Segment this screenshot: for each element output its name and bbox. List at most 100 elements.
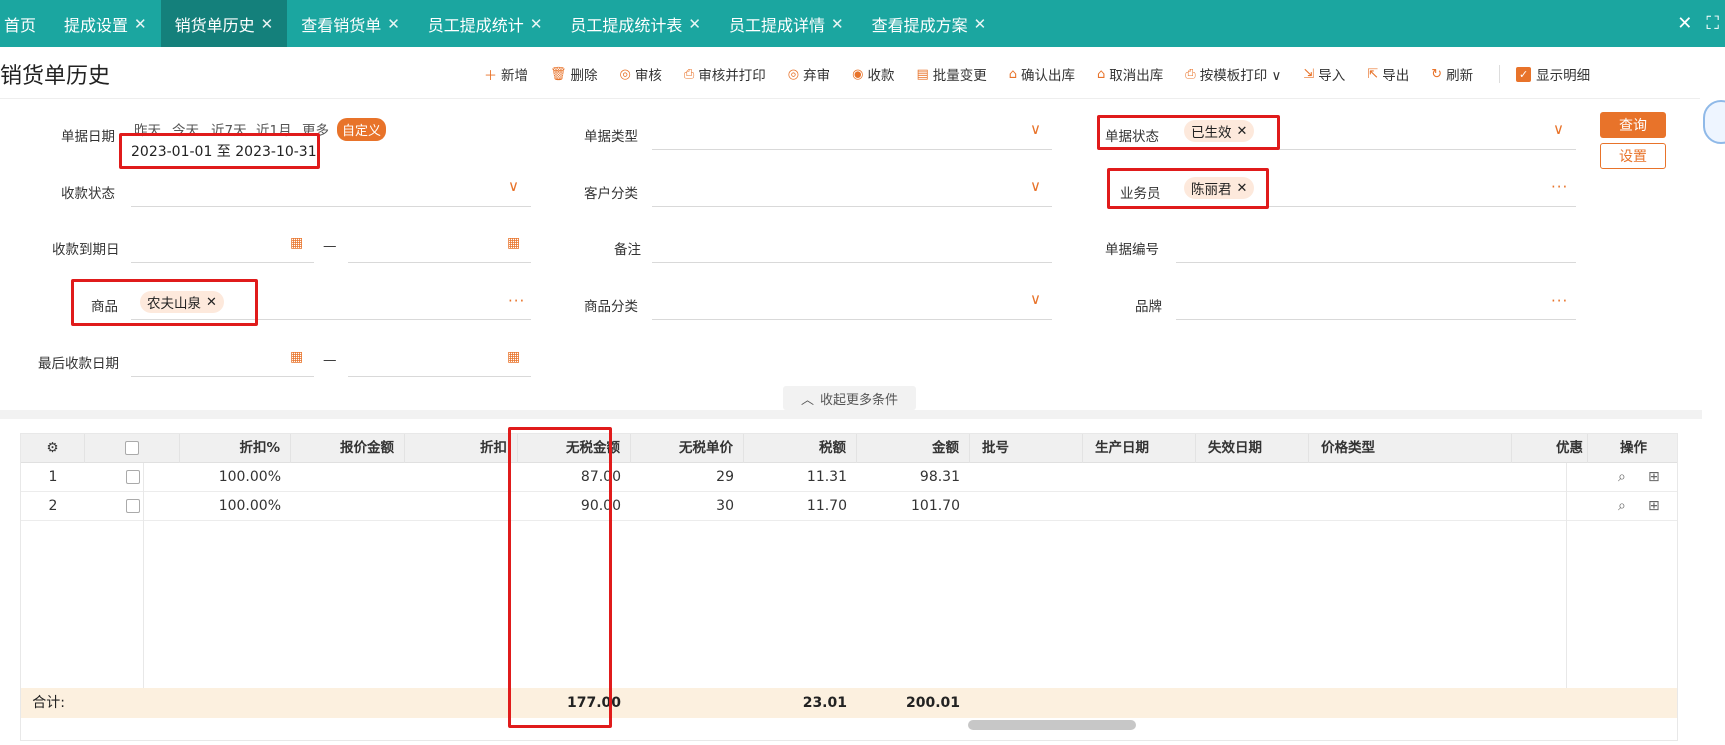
select-all-checkbox[interactable]: [85, 434, 180, 463]
doc-number-input[interactable]: [1176, 262, 1576, 263]
toolbar: ＋新增 🗑 删除 ◎ 审核 ⎙ 审核并打印 ◎ 弃审 ◉ 收款 ▤ 批量变更 ⌂ 确认出库 ⌂…: [484, 64, 1612, 84]
more-dots-icon[interactable]: ···: [1551, 178, 1568, 196]
refresh-button[interactable]: ↻ 刷新: [1431, 64, 1473, 85]
tab-sales-history[interactable]: 销货单历史 ✕: [160, 0, 288, 47]
frozen-divider: [143, 463, 144, 708]
chevron-down-icon[interactable]: ∨: [1553, 120, 1564, 138]
tab-view-commission-plan[interactable]: 查看提成方案 ✕: [858, 0, 1001, 47]
close-icon[interactable]: ✕: [688, 15, 701, 33]
col-amount[interactable]: 金额: [857, 434, 970, 463]
calendar-icon[interactable]: ▦: [507, 235, 520, 251]
calendar-icon[interactable]: ▦: [507, 349, 520, 365]
coin-icon: ◉: [852, 66, 864, 82]
col-production-date[interactable]: 生产日期: [1083, 434, 1196, 463]
cell-amount: 98.31: [919, 469, 960, 485]
customer-category-select[interactable]: [652, 206, 1052, 207]
col-discount[interactable]: 折扣: [405, 434, 518, 463]
close-icon[interactable]: ✕: [530, 15, 543, 33]
refresh-icon: ↻: [1431, 66, 1443, 82]
audit-print-button[interactable]: ⎙ 审核并打印: [683, 64, 766, 85]
tab-employee-commission-report[interactable]: 员工提成统计表 ✕: [556, 0, 715, 47]
view-detail-icon[interactable]: ⌕: [1618, 498, 1626, 514]
add-button[interactable]: ＋新增: [484, 64, 528, 84]
close-icon[interactable]: ✕: [261, 15, 274, 33]
confirm-out-button[interactable]: ⌂ 确认出库: [1009, 64, 1075, 85]
chevron-down-icon[interactable]: ∨: [1030, 120, 1041, 138]
payment-status-select[interactable]: [131, 206, 531, 207]
chevron-down-icon[interactable]: ∨: [1030, 290, 1041, 308]
close-icon[interactable]: ✕: [134, 15, 147, 33]
table-row[interactable]: 1 100.00% 87.00 29 11.31 98.31 ⌕ ⊞: [21, 463, 1677, 492]
col-promotion[interactable]: 优惠: [1512, 434, 1588, 463]
close-icon[interactable]: ✕: [831, 15, 844, 33]
delete-button[interactable]: 🗑 删除: [550, 64, 598, 85]
cancel-out-button[interactable]: ⌂ 取消出库: [1097, 64, 1163, 85]
col-discount-pct[interactable]: 折扣%: [180, 434, 291, 463]
row-number: 1: [48, 469, 58, 485]
batch-icon: ▤: [916, 66, 929, 82]
data-grid: ⚙ 折扣% 报价金额 折扣 无税金额 无税单价 税额 金额 批号 生产日期 失效…: [20, 433, 1678, 741]
col-quote-amount[interactable]: 报价金额: [291, 434, 405, 463]
remark-input[interactable]: [652, 262, 1052, 263]
col-price-type[interactable]: 价格类型: [1309, 434, 1512, 463]
row-checkbox[interactable]: [85, 463, 180, 492]
show-detail-checkbox[interactable]: ✓ 显示明细: [1516, 64, 1590, 84]
batch-change-button[interactable]: ▤ 批量变更: [916, 64, 986, 85]
close-icon[interactable]: ✕: [387, 15, 400, 33]
brand-select[interactable]: [1176, 319, 1576, 320]
cell-tax: 11.70: [806, 498, 847, 514]
tab-employee-commission-stats[interactable]: 员工提成统计 ✕: [414, 0, 557, 47]
export-button[interactable]: ⇱ 导出: [1367, 64, 1409, 85]
payment-due-start[interactable]: [131, 262, 314, 263]
chevron-down-icon[interactable]: ∨: [508, 177, 519, 195]
col-batch[interactable]: 批号: [970, 434, 1083, 463]
view-detail-icon[interactable]: ⌕: [1618, 469, 1626, 485]
tab-view-sales-order[interactable]: 查看销货单 ✕: [287, 0, 414, 47]
grid-menu-icon[interactable]: ⊞: [1648, 498, 1660, 514]
chevron-up-icon: ︿: [800, 392, 814, 408]
tab-employee-commission-detail[interactable]: 员工提成详情 ✕: [715, 0, 858, 47]
highlight-box: [1107, 168, 1269, 209]
unaudit-button[interactable]: ◎ 弃审: [788, 64, 830, 85]
template-print-button[interactable]: ⎙ 按模板打印 ∨: [1185, 64, 1281, 85]
doc-date-label: 单据日期: [61, 129, 115, 145]
collect-button[interactable]: ◉ 收款: [852, 64, 894, 85]
close-icon[interactable]: ✕: [974, 15, 987, 33]
chevron-down-icon[interactable]: ∨: [1030, 177, 1041, 195]
page-title: 销货单历史: [0, 64, 111, 89]
fullscreen-icon[interactable]: ⛶: [1706, 13, 1719, 34]
column-settings-icon[interactable]: ⚙: [21, 434, 85, 463]
col-net-price[interactable]: 无税单价: [631, 434, 744, 463]
more-dots-icon[interactable]: ···: [508, 292, 525, 310]
assistant-icon[interactable]: [1703, 100, 1725, 144]
settings-button[interactable]: 设置: [1600, 143, 1666, 169]
tab-commission-settings[interactable]: 提成设置 ✕: [50, 0, 161, 47]
last-payment-start[interactable]: [131, 376, 314, 377]
col-expiry-date[interactable]: 失效日期: [1196, 434, 1309, 463]
product-category-select[interactable]: [652, 319, 1052, 320]
grid-header: ⚙ 折扣% 报价金额 折扣 无税金额 无税单价 税额 金额 批号 生产日期 失效…: [21, 434, 1677, 463]
last-payment-end[interactable]: [348, 376, 531, 377]
payment-due-end[interactable]: [348, 262, 531, 263]
calendar-icon[interactable]: ▦: [290, 235, 303, 251]
collapse-conditions-button[interactable]: ︿ 收起更多条件: [783, 386, 916, 410]
quick-custom[interactable]: 自定义: [337, 118, 387, 141]
cell-amount: 101.70: [911, 498, 960, 514]
col-tax[interactable]: 税额: [744, 434, 857, 463]
customer-category-label: 客户分类: [584, 186, 638, 202]
grid-menu-icon[interactable]: ⊞: [1648, 469, 1660, 485]
import-button[interactable]: ⇲ 导入: [1303, 64, 1345, 85]
highlight-box: [119, 133, 320, 169]
doc-type-select[interactable]: [652, 149, 1052, 150]
payment-due-date-label: 收款到期日: [52, 242, 120, 258]
close-all-icon[interactable]: ✕: [1677, 13, 1692, 34]
audit-button[interactable]: ◎ 审核: [620, 64, 662, 85]
query-button[interactable]: 查询: [1600, 112, 1666, 138]
tab-home[interactable]: 首页: [0, 0, 50, 47]
row-checkbox[interactable]: [85, 492, 180, 521]
table-row[interactable]: 2 100.00% 90.00 30 11.70 101.70 ⌕ ⊞: [21, 492, 1677, 521]
horizontal-scrollbar[interactable]: [968, 720, 1136, 730]
more-dots-icon[interactable]: ···: [1551, 292, 1568, 310]
calendar-icon[interactable]: ▦: [290, 349, 303, 365]
print-icon: ⎙: [683, 66, 695, 82]
